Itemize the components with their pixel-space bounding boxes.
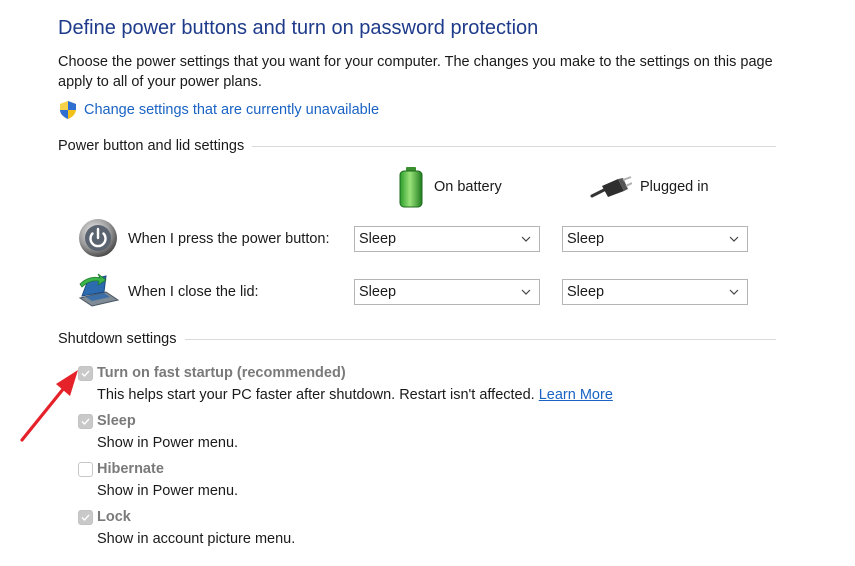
- hibernate-option[interactable]: Hibernate: [78, 461, 164, 477]
- uac-shield-icon: [60, 101, 76, 119]
- section-divider: [252, 145, 776, 147]
- change-settings-link[interactable]: Change settings that are currently unava…: [58, 100, 379, 120]
- checkmark-icon: [81, 514, 90, 522]
- shutdown-section-header: Shutdown settings: [58, 331, 776, 347]
- select-value: Sleep: [567, 284, 605, 300]
- annotation-arrow-icon: [20, 370, 78, 442]
- power-section-heading: Power button and lid settings: [58, 138, 245, 154]
- select-value: Sleep: [567, 231, 605, 247]
- power-section-header: Power button and lid settings: [58, 138, 776, 154]
- learn-more-link[interactable]: Learn More: [539, 387, 613, 403]
- fast-startup-description-row: This helps start your PC faster after sh…: [97, 387, 613, 403]
- close-lid-plugged-select[interactable]: Sleep: [562, 279, 748, 305]
- close-lid-battery-select[interactable]: Sleep: [354, 279, 540, 305]
- lock-label: Lock: [97, 509, 131, 525]
- sleep-description: Show in Power menu.: [97, 435, 239, 451]
- select-value: Sleep: [359, 231, 397, 247]
- change-settings-link-text[interactable]: Change settings that are currently unava…: [84, 102, 379, 118]
- fast-startup-description: This helps start your PC faster after sh…: [97, 387, 535, 403]
- page-description: Choose the power settings that you want …: [58, 54, 773, 90]
- column-header-battery: On battery: [396, 166, 502, 208]
- chevron-down-icon: [521, 236, 531, 242]
- lock-checkbox[interactable]: [78, 510, 93, 525]
- chevron-down-icon: [521, 289, 531, 295]
- sleep-label: Sleep: [97, 413, 136, 429]
- battery-icon: [399, 167, 423, 208]
- hibernate-checkbox[interactable]: [78, 462, 93, 477]
- section-divider: [184, 338, 776, 340]
- laptop-lid-icon: [78, 273, 120, 307]
- fast-startup-label: Turn on fast startup (recommended): [97, 365, 346, 381]
- power-button-plugged-select[interactable]: Sleep: [562, 226, 748, 252]
- chevron-down-icon: [729, 289, 739, 295]
- column-label-battery: On battery: [434, 179, 502, 195]
- fast-startup-option[interactable]: Turn on fast startup (recommended): [78, 365, 346, 381]
- power-button-label: When I press the power button:: [128, 231, 330, 247]
- power-button-battery-select[interactable]: Sleep: [354, 226, 540, 252]
- power-plug-icon: [590, 176, 632, 198]
- hibernate-description: Show in Power menu.: [97, 483, 239, 499]
- column-header-plugged: Plugged in: [590, 174, 709, 200]
- lock-option[interactable]: Lock: [78, 509, 131, 525]
- shutdown-section-heading: Shutdown settings: [58, 331, 177, 347]
- chevron-down-icon: [729, 236, 739, 242]
- hibernate-label: Hibernate: [97, 461, 164, 477]
- power-button-icon: [79, 219, 117, 257]
- close-lid-label: When I close the lid:: [128, 284, 259, 300]
- page-title: Define power buttons and turn on passwor…: [58, 17, 539, 39]
- column-label-plugged: Plugged in: [640, 179, 709, 195]
- sleep-option[interactable]: Sleep: [78, 413, 136, 429]
- select-value: Sleep: [359, 284, 397, 300]
- lock-description: Show in account picture menu.: [97, 531, 296, 547]
